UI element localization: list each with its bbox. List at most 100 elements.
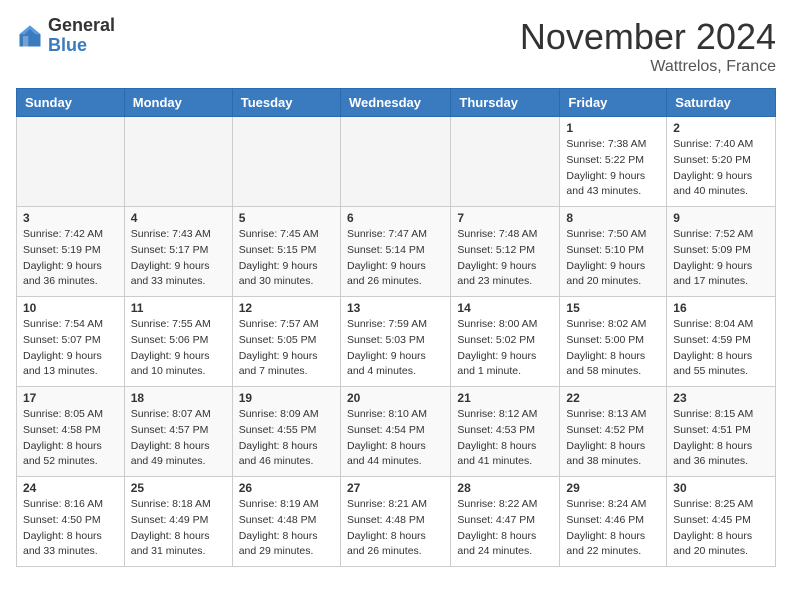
day-number: 10 — [23, 301, 118, 315]
day-info: Sunrise: 8:09 AMSunset: 4:55 PMDaylight:… — [239, 407, 334, 470]
calendar-cell: 28 Sunrise: 8:22 AMSunset: 4:47 PMDayligh… — [451, 477, 560, 567]
day-info: Sunrise: 7:59 AMSunset: 5:03 PMDaylight:… — [347, 317, 444, 380]
day-info: Sunrise: 8:25 AMSunset: 4:45 PMDaylight:… — [673, 497, 769, 560]
day-header-monday: Monday — [124, 89, 232, 117]
day-header-wednesday: Wednesday — [340, 89, 450, 117]
day-info: Sunrise: 8:19 AMSunset: 4:48 PMDaylight:… — [239, 497, 334, 560]
day-info: Sunrise: 8:22 AMSunset: 4:47 PMDaylight:… — [457, 497, 553, 560]
day-header-friday: Friday — [560, 89, 667, 117]
day-header-tuesday: Tuesday — [232, 89, 340, 117]
day-info: Sunrise: 8:05 AMSunset: 4:58 PMDaylight:… — [23, 407, 118, 470]
day-number: 11 — [131, 301, 226, 315]
calendar-week-4: 17 Sunrise: 8:05 AMSunset: 4:58 PMDayligh… — [17, 387, 776, 477]
day-number: 22 — [566, 391, 660, 405]
day-info: Sunrise: 7:50 AMSunset: 5:10 PMDaylight:… — [566, 227, 660, 290]
day-number: 5 — [239, 211, 334, 225]
day-number: 13 — [347, 301, 444, 315]
day-info: Sunrise: 8:18 AMSunset: 4:49 PMDaylight:… — [131, 497, 226, 560]
day-info: Sunrise: 8:21 AMSunset: 4:48 PMDaylight:… — [347, 497, 444, 560]
calendar-cell: 11 Sunrise: 7:55 AMSunset: 5:06 PMDayligh… — [124, 297, 232, 387]
calendar-cell: 8 Sunrise: 7:50 AMSunset: 5:10 PMDaylight… — [560, 207, 667, 297]
calendar-cell: 22 Sunrise: 8:13 AMSunset: 4:52 PMDayligh… — [560, 387, 667, 477]
day-number: 4 — [131, 211, 226, 225]
day-number: 27 — [347, 481, 444, 495]
day-info: Sunrise: 8:02 AMSunset: 5:00 PMDaylight:… — [566, 317, 660, 380]
location: Wattrelos, France — [520, 58, 776, 76]
calendar-week-5: 24Sunrise: 8:16 AMSunset: 4:50 PMDayligh… — [17, 477, 776, 567]
day-number: 30 — [673, 481, 769, 495]
day-number: 20 — [347, 391, 444, 405]
day-number: 1 — [566, 121, 660, 135]
day-number: 6 — [347, 211, 444, 225]
calendar-cell: 19 Sunrise: 8:09 AMSunset: 4:55 PMDayligh… — [232, 387, 340, 477]
calendar-cell: 15 Sunrise: 8:02 AMSunset: 5:00 PMDayligh… — [560, 297, 667, 387]
day-number: 14 — [457, 301, 553, 315]
calendar-header-row: SundayMondayTuesdayWednesdayThursdayFrid… — [17, 89, 776, 117]
calendar-cell: 13 Sunrise: 7:59 AMSunset: 5:03 PMDayligh… — [340, 297, 450, 387]
calendar-cell: 20Sunrise: 8:10 AMSunset: 4:54 PMDayligh… — [340, 387, 450, 477]
calendar-cell: 16 Sunrise: 8:04 AMSunset: 4:59 PMDayligh… — [667, 297, 776, 387]
day-info: Sunrise: 7:45 AMSunset: 5:15 PMDaylight:… — [239, 227, 334, 290]
day-number: 9 — [673, 211, 769, 225]
calendar-cell — [340, 117, 450, 207]
calendar-week-1: 1Sunrise: 7:38 AMSunset: 5:22 PMDaylight… — [17, 117, 776, 207]
day-number: 23 — [673, 391, 769, 405]
day-number: 8 — [566, 211, 660, 225]
day-info: Sunrise: 8:04 AMSunset: 4:59 PMDaylight:… — [673, 317, 769, 380]
day-info: Sunrise: 7:47 AMSunset: 5:14 PMDaylight:… — [347, 227, 444, 290]
calendar-cell: 7 Sunrise: 7:48 AMSunset: 5:12 PMDaylight… — [451, 207, 560, 297]
calendar-cell: 9Sunrise: 7:52 AMSunset: 5:09 PMDaylight… — [667, 207, 776, 297]
calendar-cell: 25 Sunrise: 8:18 AMSunset: 4:49 PMDayligh… — [124, 477, 232, 567]
day-info: Sunrise: 7:57 AMSunset: 5:05 PMDaylight:… — [239, 317, 334, 380]
day-info: Sunrise: 8:24 AMSunset: 4:46 PMDaylight:… — [566, 497, 660, 560]
day-info: Sunrise: 8:13 AMSunset: 4:52 PMDaylight:… — [566, 407, 660, 470]
calendar-cell: 1Sunrise: 7:38 AMSunset: 5:22 PMDaylight… — [560, 117, 667, 207]
day-info: Sunrise: 7:55 AMSunset: 5:06 PMDaylight:… — [131, 317, 226, 380]
day-number: 19 — [239, 391, 334, 405]
day-number: 15 — [566, 301, 660, 315]
page-header: General Blue November 2024 Wattrelos, Fr… — [16, 16, 776, 76]
title-block: November 2024 Wattrelos, France — [520, 16, 776, 76]
calendar-cell: 26 Sunrise: 8:19 AMSunset: 4:48 PMDayligh… — [232, 477, 340, 567]
day-number: 25 — [131, 481, 226, 495]
day-number: 21 — [457, 391, 553, 405]
calendar-cell: 23Sunrise: 8:15 AMSunset: 4:51 PMDayligh… — [667, 387, 776, 477]
day-number: 16 — [673, 301, 769, 315]
calendar-cell: 29 Sunrise: 8:24 AMSunset: 4:46 PMDayligh… — [560, 477, 667, 567]
calendar-cell: 18Sunrise: 8:07 AMSunset: 4:57 PMDayligh… — [124, 387, 232, 477]
calendar-cell: 6 Sunrise: 7:47 AMSunset: 5:14 PMDaylight… — [340, 207, 450, 297]
calendar-cell: 2Sunrise: 7:40 AMSunset: 5:20 PMDaylight… — [667, 117, 776, 207]
calendar-cell: 3 Sunrise: 7:42 AMSunset: 5:19 PMDaylight… — [17, 207, 125, 297]
calendar-week-2: 3 Sunrise: 7:42 AMSunset: 5:19 PMDaylight… — [17, 207, 776, 297]
day-number: 2 — [673, 121, 769, 135]
logo-general: General — [48, 16, 115, 36]
day-number: 7 — [457, 211, 553, 225]
day-info: Sunrise: 7:42 AMSunset: 5:19 PMDaylight:… — [23, 227, 118, 290]
calendar-cell — [451, 117, 560, 207]
calendar-cell — [232, 117, 340, 207]
calendar-cell: 24Sunrise: 8:16 AMSunset: 4:50 PMDayligh… — [17, 477, 125, 567]
day-number: 18 — [131, 391, 226, 405]
day-header-saturday: Saturday — [667, 89, 776, 117]
calendar-table: SundayMondayTuesdayWednesdayThursdayFrid… — [16, 88, 776, 567]
day-header-thursday: Thursday — [451, 89, 560, 117]
day-number: 3 — [23, 211, 118, 225]
day-info: Sunrise: 8:12 AMSunset: 4:53 PMDaylight:… — [457, 407, 553, 470]
day-info: Sunrise: 7:48 AMSunset: 5:12 PMDaylight:… — [457, 227, 553, 290]
day-info: Sunrise: 7:43 AMSunset: 5:17 PMDaylight:… — [131, 227, 226, 290]
calendar-cell: 4 Sunrise: 7:43 AMSunset: 5:17 PMDaylight… — [124, 207, 232, 297]
day-number: 28 — [457, 481, 553, 495]
day-info: Sunrise: 8:00 AMSunset: 5:02 PMDaylight:… — [457, 317, 553, 380]
calendar-cell: 30 Sunrise: 8:25 AMSunset: 4:45 PMDayligh… — [667, 477, 776, 567]
calendar-cell: 10Sunrise: 7:54 AMSunset: 5:07 PMDayligh… — [17, 297, 125, 387]
day-header-sunday: Sunday — [17, 89, 125, 117]
logo-icon — [16, 22, 44, 50]
day-number: 17 — [23, 391, 118, 405]
day-number: 26 — [239, 481, 334, 495]
day-number: 29 — [566, 481, 660, 495]
logo-blue: Blue — [48, 36, 115, 56]
logo: General Blue — [16, 16, 115, 56]
calendar-cell: 21 Sunrise: 8:12 AMSunset: 4:53 PMDayligh… — [451, 387, 560, 477]
calendar-cell: 27 Sunrise: 8:21 AMSunset: 4:48 PMDayligh… — [340, 477, 450, 567]
logo-text: General Blue — [48, 16, 115, 56]
